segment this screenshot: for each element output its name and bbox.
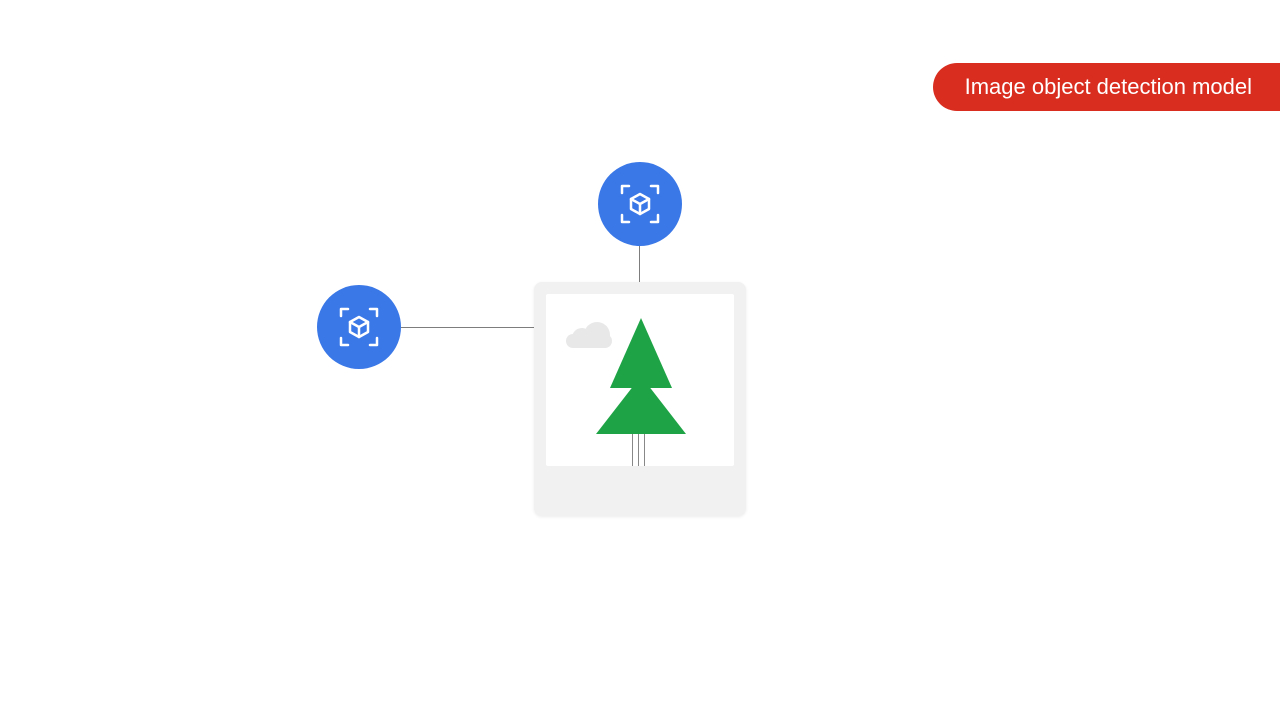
tree-icon xyxy=(596,316,686,466)
object-detection-box-icon xyxy=(337,305,381,349)
image-content xyxy=(546,294,734,466)
diagram-canvas xyxy=(0,0,1280,720)
connector-left xyxy=(401,327,546,328)
object-detection-box-icon xyxy=(618,182,662,226)
image-card xyxy=(534,282,746,516)
detection-node-left xyxy=(317,285,401,369)
detection-node-top xyxy=(598,162,682,246)
